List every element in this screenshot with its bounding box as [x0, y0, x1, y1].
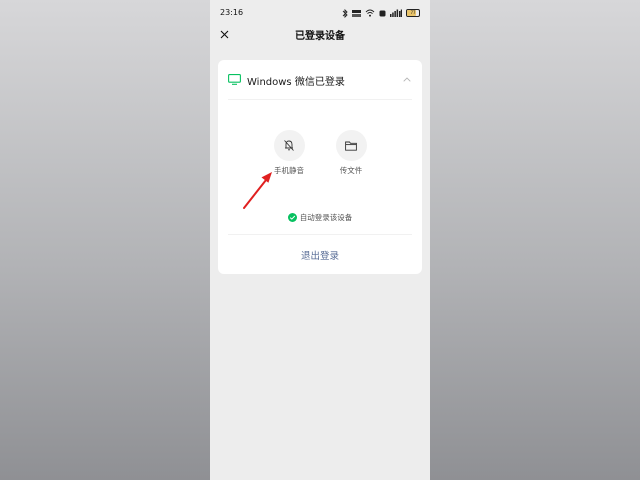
check-circle-icon	[287, 213, 297, 222]
page-title: 已登录设备	[295, 31, 345, 42]
status-time: 23:16	[220, 8, 244, 17]
bell-off-icon	[284, 140, 294, 151]
status-icons: 77	[342, 8, 420, 18]
bluetooth-icon	[342, 8, 348, 18]
wifi-icon	[365, 9, 375, 17]
file-icon-circle	[335, 130, 367, 161]
hd-icon	[379, 10, 386, 16]
nav-bar: 已登录设备	[210, 22, 430, 46]
auto-login-option[interactable]: 自动登录该设备	[218, 212, 422, 223]
chevron-up-icon	[403, 76, 411, 82]
monitor-icon	[228, 74, 241, 85]
footer-divider	[228, 234, 412, 235]
auto-login-label: 自动登录该设备	[299, 213, 353, 222]
collapse-button[interactable]	[402, 74, 412, 84]
transfer-file-button[interactable]: 传文件	[321, 130, 381, 176]
phone-screen: 23:16 77 已登录设备 Windows 微信已登录 手机静音 传文件 自动…	[210, 0, 430, 480]
battery-indicator: 77	[406, 9, 420, 17]
transfer-file-label: 传文件	[339, 166, 363, 175]
mute-phone-button[interactable]: 手机静音	[259, 130, 319, 176]
header-divider	[228, 99, 412, 100]
signal-icon	[390, 9, 402, 17]
mute-icon-circle	[273, 130, 305, 161]
device-header[interactable]: Windows 微信已登录	[218, 60, 422, 98]
logout-button[interactable]: 退出登录	[218, 248, 422, 262]
device-title: Windows 微信已登录	[247, 77, 345, 88]
mute-phone-label: 手机静音	[274, 166, 304, 175]
network-speed-icon	[352, 9, 361, 17]
folder-icon	[345, 141, 357, 151]
logged-in-device-card: Windows 微信已登录 手机静音 传文件 自动登录该设备 退出登录	[218, 60, 422, 274]
battery-level: 77	[410, 10, 416, 15]
